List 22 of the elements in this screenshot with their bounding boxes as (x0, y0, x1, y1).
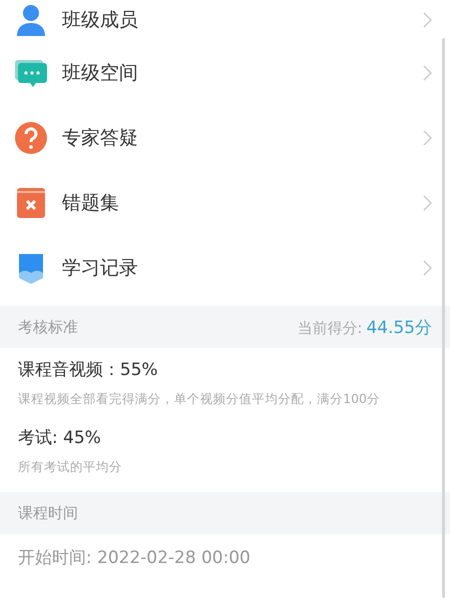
criterion-description: 课程视频全部看完得满分，单个视频分值平均分配，满分100分 (18, 391, 381, 408)
score-value: 44.55分 (366, 318, 432, 338)
menu-item[interactable]: 班级空间 (0, 40, 450, 105)
criterion-description: 所有考试的平均分 (18, 459, 123, 476)
chevron-right-icon (423, 260, 432, 276)
score-label: 当前得分: (297, 318, 362, 336)
person-icon (14, 3, 48, 37)
chevron-right-icon (423, 194, 432, 210)
menu-item[interactable]: 专家答疑 (0, 105, 450, 170)
chevron-right-icon (423, 130, 432, 146)
menu-item[interactable]: 错题集 (0, 170, 450, 235)
menu-item[interactable]: 班级成员 (0, 0, 450, 40)
chevron-right-icon (423, 12, 432, 28)
menu-item[interactable]: 学习记录 (0, 235, 450, 300)
notebook-icon (14, 186, 48, 220)
criterion-name: 考试: 45% (18, 427, 102, 449)
section-title: 课程时间 (18, 504, 78, 522)
question-icon (14, 120, 48, 154)
chevron-right-icon (423, 64, 432, 80)
section-title: 考核标准 (18, 318, 78, 336)
criterion-name: 课程音视频：55% (18, 359, 159, 381)
start-time: 开始时间: 2022-02-28 00:00 (17, 547, 252, 570)
